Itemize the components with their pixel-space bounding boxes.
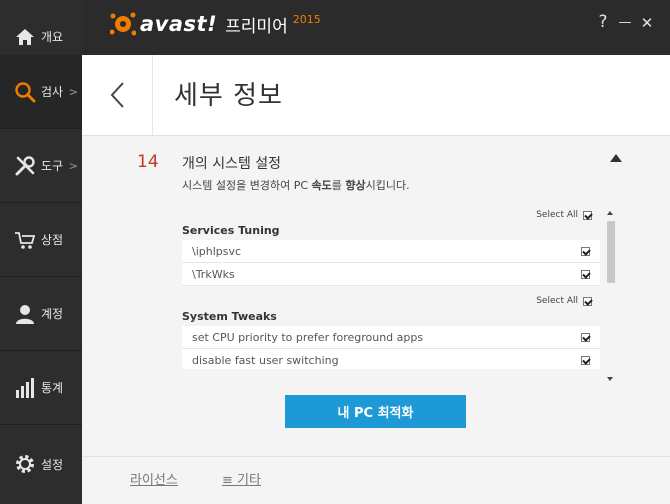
issue-description: 시스템 설정을 변경하여 PC 속도를 향상시킵니다. [182, 179, 410, 192]
chevron-right-icon: > [68, 159, 78, 172]
select-all[interactable]: Select All [536, 296, 592, 306]
select-all-checkbox[interactable] [583, 296, 592, 306]
stats-icon [14, 377, 36, 399]
section-header: Services Tuning Select All [182, 207, 602, 237]
sidebar-item-label: 도구 [41, 159, 64, 173]
page-title: 세부 정보 [174, 81, 283, 111]
list-item[interactable]: \TrkWks [182, 263, 600, 286]
item-checkbox[interactable] [581, 355, 590, 365]
chevron-left-icon [110, 82, 124, 108]
item-checkbox[interactable] [581, 332, 590, 342]
section-title: System Tweaks [182, 310, 277, 323]
minimize-button[interactable]: — [616, 15, 634, 30]
sidebar-item-label: 계정 [41, 307, 64, 321]
collapse-toggle-icon[interactable] [610, 154, 622, 162]
gear-icon [14, 453, 36, 475]
sidebar-item-label: 검사 [41, 85, 64, 99]
product-year: 2015 [292, 12, 321, 26]
scroll-up-icon[interactable] [607, 211, 613, 215]
item-checkbox[interactable] [581, 269, 590, 279]
sidebar-item-settings[interactable]: 설정 [0, 425, 82, 503]
avast-logo-icon [110, 12, 136, 36]
section-header: System Tweaks Select All [182, 293, 602, 323]
item-checkbox[interactable] [581, 246, 590, 256]
select-all[interactable]: Select All [536, 210, 592, 220]
back-button[interactable] [82, 55, 153, 135]
brand-name: avast! [140, 12, 218, 36]
sidebar-item-account[interactable]: 계정 [0, 277, 82, 351]
list-item[interactable]: set CPU priority to prefer foreground ap… [182, 326, 600, 349]
settings-list: Services Tuning Select All \iphlpsvc \Tr… [182, 207, 602, 369]
tools-icon [14, 155, 36, 177]
sidebar-item-scan[interactable]: 검사 > [0, 55, 82, 129]
cart-icon [14, 229, 36, 251]
sidebar-item-label: 설정 [41, 457, 64, 472]
page-header: 세부 정보 [82, 55, 670, 136]
other-link[interactable]: ≡ 기타 [222, 469, 261, 488]
sidebar-item-stats[interactable]: 통계 [0, 351, 82, 425]
app-logo: avast! 프리미어 2015 [110, 11, 321, 37]
title-bar: avast! 프리미어 2015 ? — ✕ [82, 0, 670, 55]
app-window: 개요 검사 > 도구 > 상점 계정 통계 설정 avast! 프리미어 201… [0, 0, 670, 504]
issue-count: 14 [137, 152, 159, 172]
select-all-checkbox[interactable] [583, 210, 592, 220]
sidebar-item-label: 상점 [41, 233, 64, 247]
list-item[interactable]: disable fast user switching [182, 349, 600, 369]
license-link[interactable]: 라이선스 [130, 469, 178, 488]
scroll-down-icon[interactable] [607, 377, 613, 381]
sidebar-item-label: 통계 [41, 381, 64, 395]
sidebar-item-tools[interactable]: 도구 > [0, 129, 82, 203]
issue-title: 개의 시스템 설정 [182, 156, 282, 172]
sidebar-item-store[interactable]: 상점 [0, 203, 82, 277]
home-icon [14, 26, 36, 48]
main-content: 세부 정보 14 개의 시스템 설정 시스템 설정을 변경하여 PC 속도를 향… [82, 55, 670, 504]
close-button[interactable]: ✕ [638, 14, 656, 32]
optimize-pc-button[interactable]: 내 PC 최적화 [285, 395, 466, 428]
list-item[interactable]: \iphlpsvc [182, 240, 600, 263]
chevron-right-icon: > [68, 85, 78, 98]
scroll-thumb[interactable] [607, 221, 615, 283]
sidebar-item-label: 개요 [41, 30, 64, 44]
product-name: 프리미어 [225, 16, 288, 37]
help-button[interactable]: ? [594, 12, 612, 32]
list-scrollbar[interactable] [607, 211, 615, 381]
user-icon [14, 303, 36, 325]
section-title: Services Tuning [182, 224, 280, 237]
sidebar: 개요 검사 > 도구 > 상점 계정 통계 설정 [0, 0, 82, 503]
footer: 라이선스 ≡ 기타 [82, 456, 670, 504]
search-icon [14, 81, 36, 103]
